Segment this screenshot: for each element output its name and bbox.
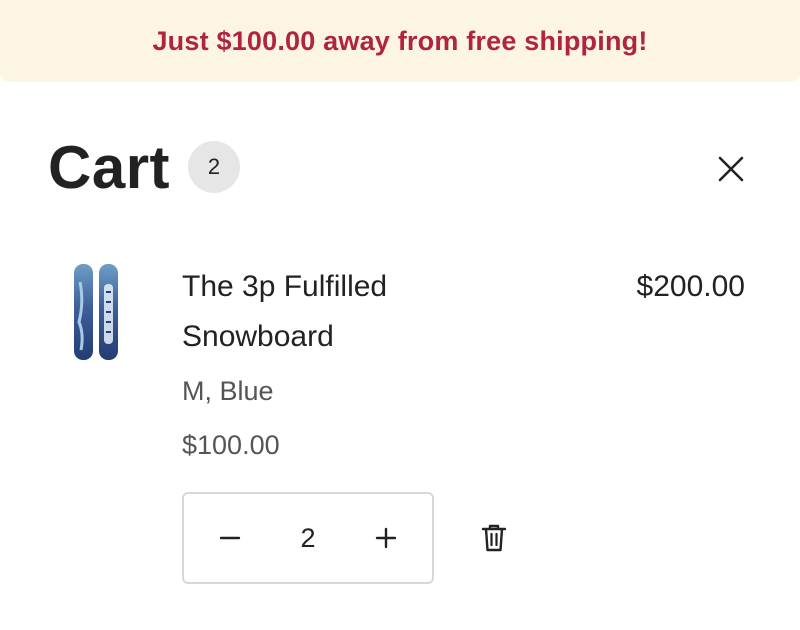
quantity-value[interactable]: 2 [278,523,338,554]
line-item-total: $200.00 [636,270,745,303]
quantity-stepper: 2 [182,492,434,584]
free-shipping-message: Just $100.00 away from free shipping! [152,25,648,56]
trash-icon [481,524,507,552]
increase-quantity-button[interactable] [358,510,414,566]
free-shipping-banner: Just $100.00 away from free shipping! [0,0,800,82]
minus-icon [219,536,241,540]
close-icon [718,156,744,182]
product-variant: M, Blue [182,376,274,406]
cart-title: Cart [48,133,171,201]
product-title[interactable]: The 3p Fulfilled Snowboard [182,262,502,362]
cart-header: Cart 2 [48,133,241,201]
remove-item-button[interactable] [472,516,516,560]
plus-icon [375,527,397,549]
decrease-quantity-button[interactable] [202,510,258,566]
cart-count-badge: 2 [188,141,241,193]
snowboard-image[interactable] [68,262,126,362]
unit-price: $100.00 [182,430,280,460]
close-cart-button[interactable] [712,150,750,188]
